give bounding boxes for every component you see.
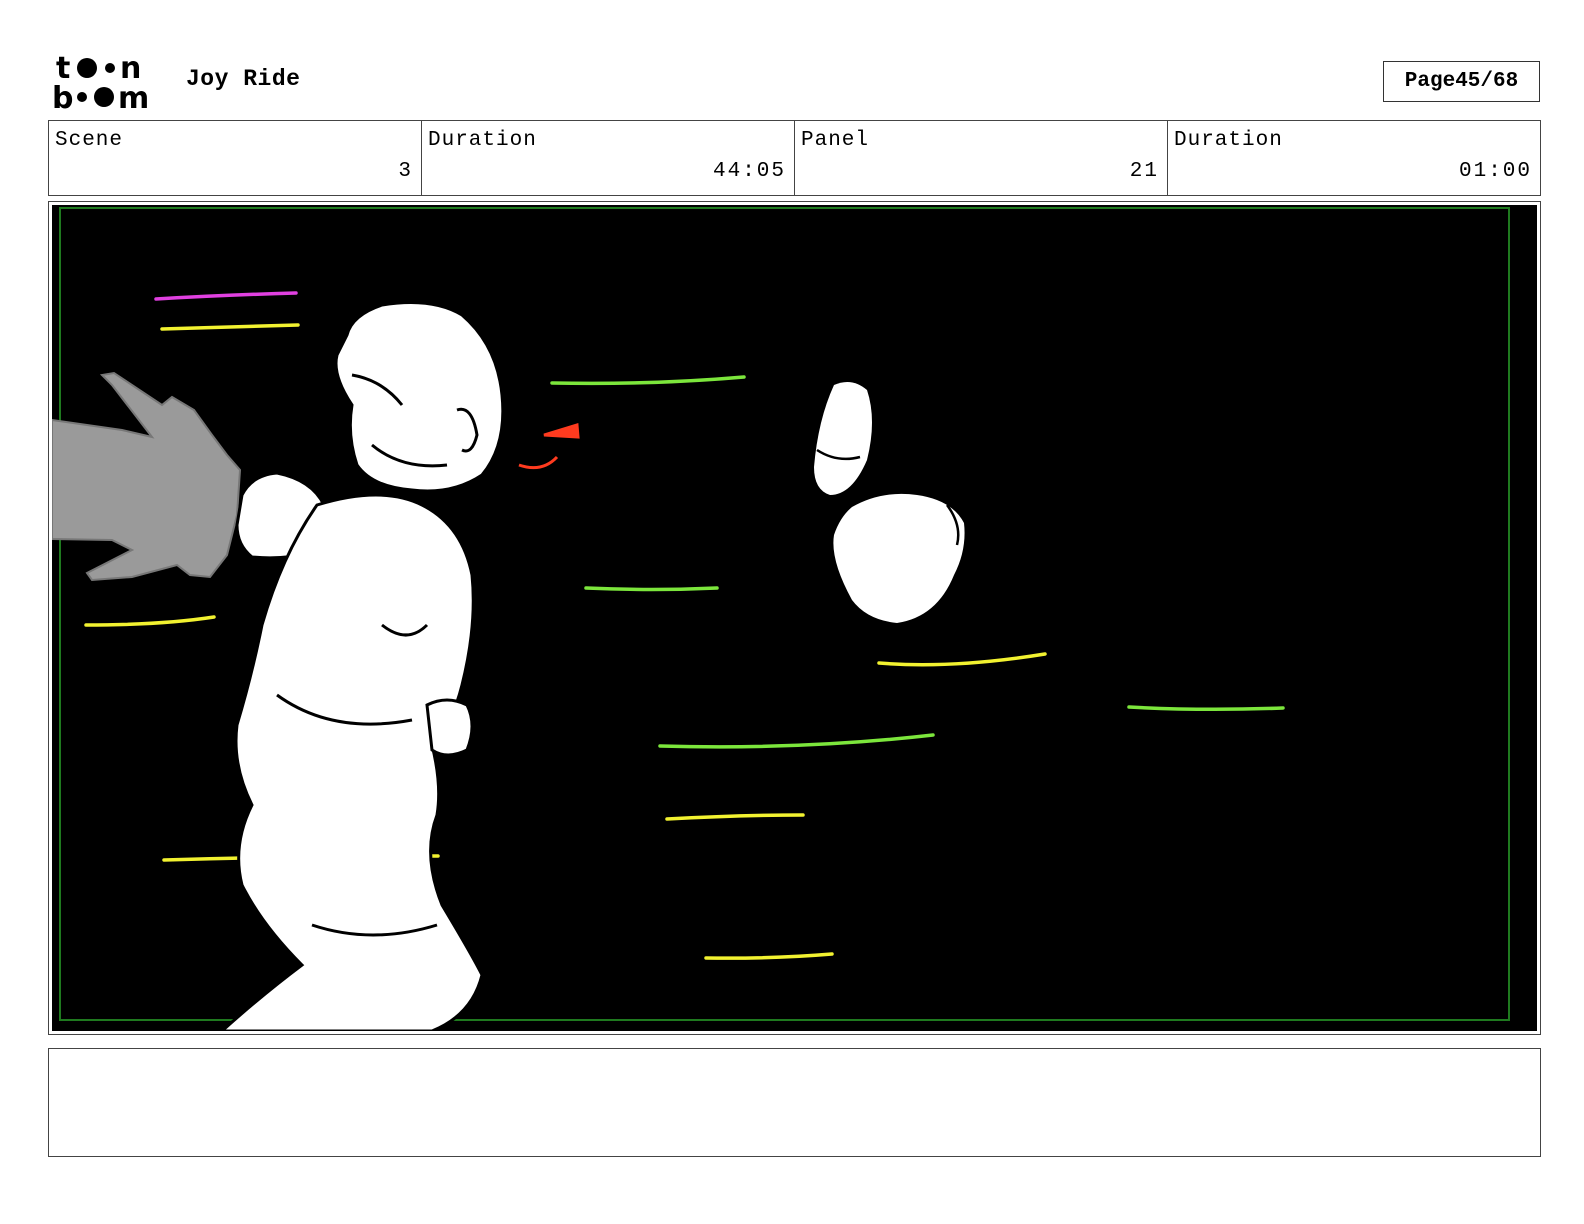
svg-text:b: b [52, 81, 73, 112]
storyboard-drawing [52, 205, 1537, 1031]
scene-duration-cell: Duration 44:05 [422, 121, 795, 195]
scene-duration-label: Duration [428, 129, 537, 152]
panel-cell: Panel 21 [795, 121, 1168, 195]
panel-duration-value: 01:00 [1458, 160, 1532, 183]
panel-value: 21 [1129, 160, 1159, 183]
panel-label: Panel [801, 129, 870, 152]
scene-label: Scene [55, 129, 124, 152]
panel-duration-label: Duration [1174, 129, 1283, 152]
scene-value: 3 [398, 160, 413, 183]
svg-text:m: m [118, 81, 149, 112]
panel-notes-box [48, 1048, 1541, 1157]
scene-cell: Scene 3 [49, 121, 422, 195]
scene-duration-value: 44:05 [712, 160, 786, 183]
page-number: 45/68 [1455, 70, 1519, 93]
panel-duration-cell: Duration 01:00 [1168, 121, 1540, 195]
project-title: Joy Ride [186, 66, 301, 92]
storyboard-panel-image [52, 205, 1537, 1031]
toon-boom-logo: t n b m [52, 50, 164, 112]
page-indicator: Page 45/68 [1383, 61, 1540, 102]
toon-boom-logo-icon: t n b m [52, 51, 149, 112]
scene-info-table: Scene 3 Duration 44:05 Panel 21 Duration… [48, 120, 1541, 196]
page-label: Page [1404, 70, 1456, 93]
